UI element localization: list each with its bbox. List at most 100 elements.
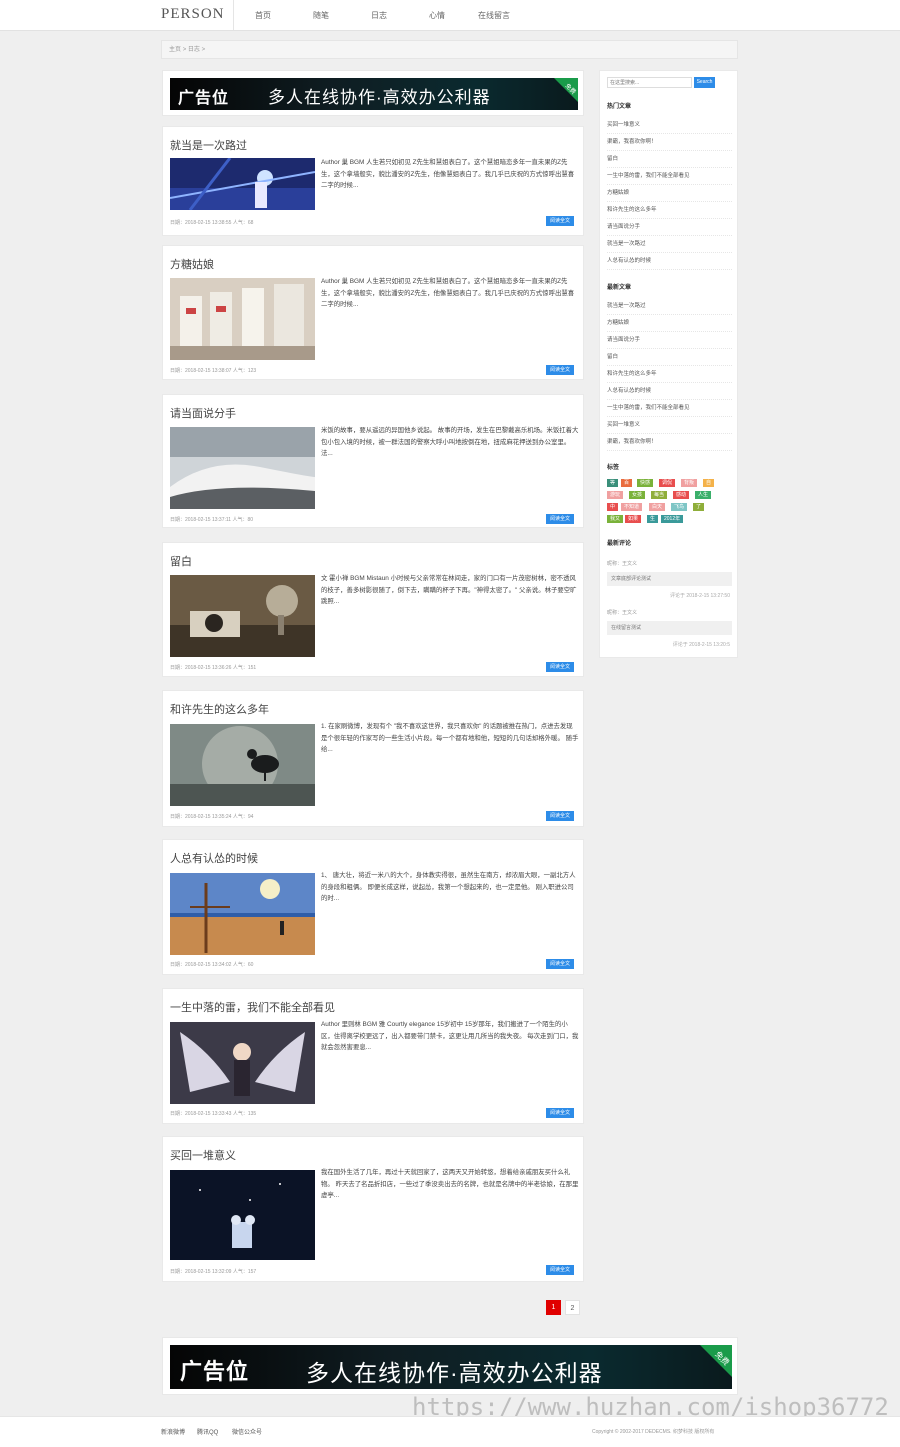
hot-article-link[interactable]: 请当面说分手 [607, 219, 732, 236]
tag-item[interactable]: 白天 [649, 503, 666, 511]
post-thumbnail[interactable] [170, 575, 315, 657]
nav-item-guestbook[interactable]: 在线留言 [478, 10, 510, 21]
comment-time: 评论于 2018-2-15 13:27:50 [669, 593, 730, 599]
comment-time: 评论于 2018-2-15 13:20:5 [672, 642, 730, 648]
read-more-button[interactable]: 阅读全文 [546, 662, 574, 672]
nav-item-home[interactable]: 首页 [255, 10, 271, 21]
tag-item[interactable]: 如果 [625, 515, 642, 523]
read-more-button[interactable]: 阅读全文 [546, 216, 574, 226]
search-input[interactable] [607, 77, 692, 88]
post-title[interactable]: 方糖姑娘 [170, 256, 214, 272]
read-more-button[interactable]: 阅读全文 [546, 959, 574, 969]
read-more-button[interactable]: 阅读全文 [546, 1108, 574, 1118]
tag-item[interactable]: 背叛 [681, 479, 698, 487]
top-navigation-bar: PERSON 首页 随笔 日志 心情 在线留言 [0, 0, 900, 31]
post-card: 方糖姑娘 Author 巢 BGM 人生若只如初见 Z先生和慧姐表白了。这个慧姐… [162, 245, 584, 380]
bottom-ad-banner[interactable]: 广告位 多人在线协作·高效办公利器 免费 [162, 1337, 738, 1395]
footer-link-weibo[interactable]: 新浪微博 [161, 1427, 185, 1436]
read-more-button[interactable]: 阅读全文 [546, 1265, 574, 1275]
hot-article-link[interactable]: 方糖姑娘 [607, 185, 732, 202]
page-2-link[interactable]: 2 [565, 1300, 580, 1315]
breadcrumb-home[interactable]: 主页 [169, 47, 181, 53]
recent-article-link[interactable]: 方糖姑娘 [607, 315, 732, 332]
recent-articles-heading: 最新文章 [607, 285, 632, 291]
tag-item[interactable]: 不知道 [621, 503, 643, 511]
tag-item[interactable]: 调侃 [659, 479, 676, 487]
nav-item-mood[interactable]: 心情 [429, 10, 445, 21]
nav-item-essays[interactable]: 随笔 [313, 10, 329, 21]
tag-item[interactable]: 人生 [695, 491, 712, 499]
post-title[interactable]: 请当面说分手 [170, 405, 236, 421]
hot-article-link[interactable]: 就当是一次路过 [607, 236, 732, 253]
tag-item[interactable]: 飞鸟 [671, 503, 688, 511]
post-title[interactable]: 一生中落的雷，我们不能全部看见 [170, 999, 335, 1015]
read-more-button[interactable]: 阅读全文 [546, 811, 574, 821]
page-1-current[interactable]: 1 [546, 1300, 561, 1315]
tag-item[interactable]: 每当 [651, 491, 668, 499]
post-thumbnail[interactable] [170, 1022, 315, 1104]
post-title[interactable]: 和许先生的这么多年 [170, 701, 269, 717]
tag-item[interactable]: 感动 [673, 491, 690, 499]
recent-article-link[interactable]: 买回一堆意义 [607, 417, 732, 434]
post-excerpt: 1、 唐大壮，将近一米八的大个，身体教实得很，虽然生在南方，却浓眉大眼，一副北方… [321, 872, 576, 902]
logo-divider [233, 0, 234, 30]
read-more-button[interactable]: 阅读全文 [546, 365, 574, 375]
post-card: 一生中落的雷，我们不能全部看见 Author 里则林 BGM 雅 Courtly… [162, 988, 584, 1124]
tag-item[interactable]: 等 [607, 479, 619, 487]
footer-link-wechat[interactable]: 微信公众号 [232, 1427, 262, 1436]
hot-article-link[interactable]: 留白 [607, 151, 732, 168]
post-thumbnail[interactable] [170, 873, 315, 955]
recent-article-link[interactable]: 人总有认怂的时候 [607, 383, 732, 400]
sidebar: Search 热门文章 买回一堆意义 渠霸，我喜欢你啊！ 留白 一生中落的雷，我… [599, 70, 738, 658]
tag-item[interactable]: 中 [607, 503, 619, 511]
post-title[interactable]: 人总有认怂的时候 [170, 850, 258, 866]
post-thumbnail[interactable] [170, 427, 315, 509]
tag-item[interactable]: 了 [693, 503, 705, 511]
breadcrumb-current[interactable]: 日志 [188, 47, 200, 53]
tag-item[interactable]: 2012年 [661, 515, 684, 523]
top-ad-banner[interactable]: 广告位 多人在线协作·高效办公利器 免费 [162, 70, 584, 116]
post-thumbnail[interactable] [170, 278, 315, 360]
comment-body[interactable]: 文章底部评论测试 [607, 572, 732, 586]
recent-article-link[interactable]: 一生中落的雷，我们不能全部看见 [607, 400, 732, 417]
tag-item[interactable]: 我又 [607, 515, 624, 523]
breadcrumb-separator: > [201, 47, 206, 53]
post-title[interactable]: 买回一堆意义 [170, 1147, 236, 1163]
post-meta: 日期：2018-02-15 13:38:55 人气：68 [170, 220, 254, 226]
hot-article-link[interactable]: 人总有认怂的时候 [607, 253, 732, 270]
site-logo[interactable]: PERSON [161, 6, 225, 23]
tag-item[interactable]: 百 [621, 479, 633, 487]
tag-item[interactable]: 游玩 [607, 491, 624, 499]
post-title[interactable]: 留白 [170, 553, 192, 569]
read-more-button[interactable]: 阅读全文 [546, 514, 574, 524]
recent-article-link[interactable]: 渠霸，我喜欢你啊！ [607, 434, 732, 451]
tag-item[interactable]: 自 [703, 479, 715, 487]
recent-article-link[interactable]: 留白 [607, 349, 732, 366]
post-thumbnail[interactable] [170, 1170, 315, 1260]
post-title[interactable]: 就当是一次路过 [170, 137, 247, 153]
post-meta: 日期：2018-02-15 13:37:11 人气：80 [170, 517, 254, 523]
tag-item[interactable]: 女孩 [629, 491, 646, 499]
ad-slogan: 多人在线协作·高效办公利器 [306, 1360, 603, 1386]
nav-item-journal[interactable]: 日志 [371, 10, 387, 21]
post-excerpt: 米饭的故事，要从遥远的异国他乡说起。 故事的开场，发生在巴黎戴高乐机场。米饭扛着… [321, 427, 579, 457]
recent-article-link[interactable]: 请当面说分手 [607, 332, 732, 349]
post-thumbnail[interactable] [170, 724, 315, 806]
comment-body[interactable]: 在线留言测试 [607, 621, 732, 635]
footer-link-qq[interactable]: 腾讯QQ [197, 1427, 218, 1436]
recent-article-link[interactable]: 和许先生的这么多年 [607, 366, 732, 383]
hot-article-link[interactable]: 买回一堆意义 [607, 117, 732, 134]
ad-image: 广告位 多人在线协作·高效办公利器 免费 [170, 78, 578, 110]
post-meta: 日期：2018-02-15 13:38:07 人气：123 [170, 368, 257, 374]
hot-article-link[interactable]: 渠霸，我喜欢你啊！ [607, 134, 732, 151]
tag-item[interactable]: 生 [647, 515, 659, 523]
hot-article-link[interactable]: 和许先生的这么多年 [607, 202, 732, 219]
search-button[interactable]: Search [694, 77, 715, 88]
comment-user: 昵称：王文义 [607, 610, 638, 616]
tag-item[interactable]: 快感 [637, 479, 654, 487]
recent-article-link[interactable]: 就当是一次路过 [607, 298, 732, 315]
post-thumbnail[interactable] [170, 158, 315, 210]
breadcrumb-separator: > [182, 47, 187, 53]
post-excerpt: 文 霍小禅 BGM Mistaun 小时候与父亲常常在林间走，家的门口有一片茂密… [321, 575, 577, 605]
hot-article-link[interactable]: 一生中落的雷，我们不能全部看见 [607, 168, 732, 185]
